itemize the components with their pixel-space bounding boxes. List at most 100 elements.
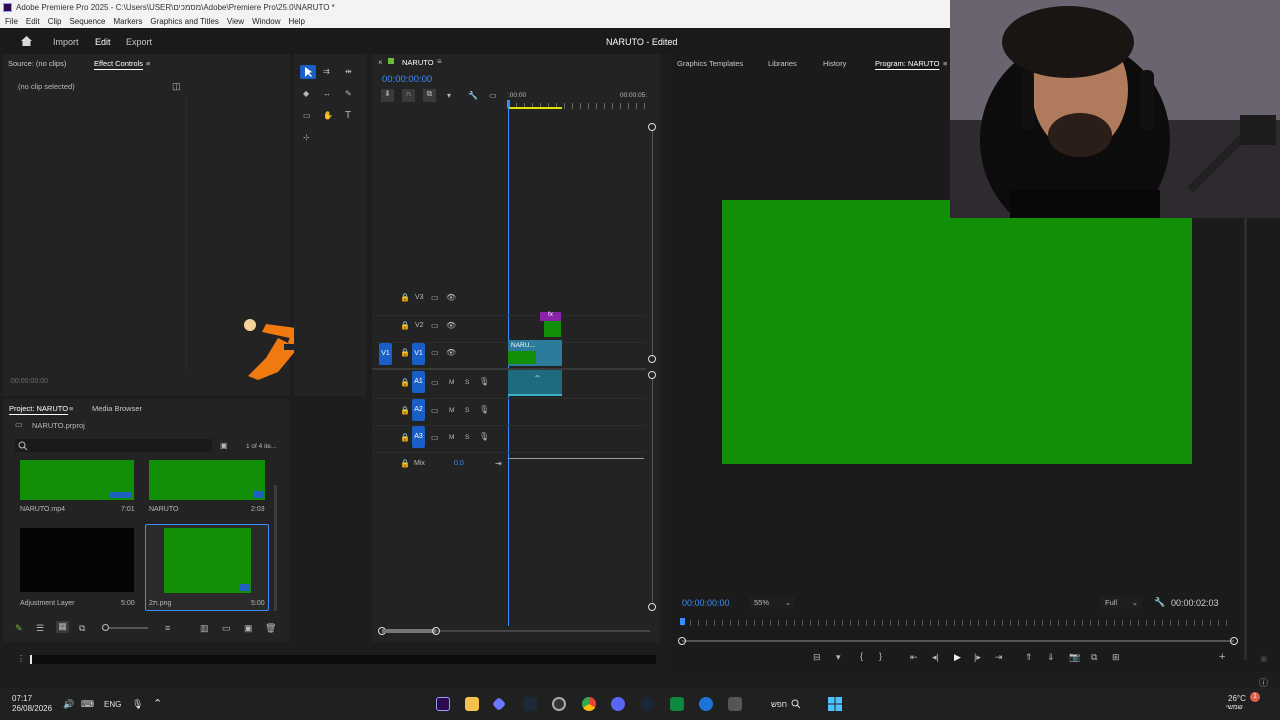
- obs-icon[interactable]: [552, 697, 566, 711]
- automate-icon[interactable]: ▥: [200, 623, 209, 634]
- mic-icon[interactable]: 🎙: [479, 405, 489, 414]
- track-mix[interactable]: 🔒 Mix 0.0 ⇥: [372, 454, 646, 476]
- speaker-icon[interactable]: 🔊: [63, 699, 74, 710]
- sync-lock-icon[interactable]: ▭: [431, 293, 439, 302]
- new-item-icon[interactable]: ▣: [244, 623, 253, 634]
- drag-handle-icon[interactable]: ⋮: [17, 654, 25, 663]
- panel-toggle-icon[interactable]: ◫: [172, 81, 181, 92]
- playhead-handle[interactable]: [507, 100, 510, 108]
- search-icon[interactable]: [791, 699, 801, 709]
- slip-tool-icon[interactable]: ↔: [323, 89, 331, 98]
- track-v3[interactable]: 🔒 V3 ▭ 👁: [372, 288, 646, 316]
- mute-button[interactable]: M: [449, 434, 454, 441]
- step-forward-icon[interactable]: |▸: [974, 652, 981, 663]
- program-scrollbar[interactable]: [678, 637, 1238, 645]
- program-video-frame[interactable]: [722, 200, 1192, 464]
- mic-icon[interactable]: 🎙: [479, 377, 489, 386]
- track-target-a1[interactable]: A1: [412, 371, 425, 393]
- mix-value[interactable]: 0.0: [454, 460, 464, 467]
- thumbnail-narutomp4[interactable]: [20, 460, 134, 500]
- video-scrollbar[interactable]: [652, 131, 653, 357]
- tab-effect-controls[interactable]: Effect Controls: [94, 59, 143, 68]
- export-frame-icon[interactable]: 📷: [1069, 652, 1080, 663]
- scroll-handle[interactable]: [648, 123, 656, 131]
- play-icon[interactable]: ▶: [954, 652, 961, 663]
- steam-icon[interactable]: [523, 697, 537, 711]
- comparison-view-icon[interactable]: ⊟: [813, 652, 821, 663]
- timeline-timecode[interactable]: 00:00:00:00: [382, 74, 432, 85]
- lock-icon[interactable]: 🔒: [400, 459, 410, 468]
- menu-graphics[interactable]: Graphics and Titles: [150, 15, 218, 28]
- panel-menu-icon[interactable]: ≡: [146, 59, 150, 68]
- edge-icon[interactable]: [699, 697, 713, 711]
- clip-a1[interactable]: ⇔: [508, 370, 562, 396]
- scroll-handle[interactable]: [1230, 637, 1238, 645]
- language-indicator[interactable]: ENG: [104, 700, 121, 709]
- menu-sequence[interactable]: Sequence: [69, 15, 105, 28]
- program-playhead[interactable]: [680, 618, 685, 625]
- wrench-icon[interactable]: 🔧: [1154, 597, 1165, 608]
- timeline-zoom-scrollbar[interactable]: [378, 627, 650, 635]
- freeform-view-icon[interactable]: ⧉: [79, 623, 85, 634]
- mark-in-icon[interactable]: {: [860, 651, 863, 661]
- sync-lock-icon[interactable]: ▭: [431, 433, 439, 442]
- vscode-icon[interactable]: [491, 696, 507, 712]
- zoom-slider[interactable]: [102, 624, 148, 631]
- menu-help[interactable]: Help: [289, 15, 305, 28]
- calculator-icon[interactable]: [728, 697, 742, 711]
- nest-icon[interactable]: ⇟: [381, 89, 394, 102]
- track-target-a3[interactable]: A3: [412, 426, 425, 448]
- project-item-selected[interactable]: 2ת.png 5:00: [145, 524, 269, 611]
- wrench-icon[interactable]: 🔧: [468, 91, 478, 100]
- panel-menu-icon[interactable]: ≡: [69, 404, 73, 413]
- menu-view[interactable]: View: [227, 15, 244, 28]
- menu-window[interactable]: Window: [252, 15, 280, 28]
- pencil-icon[interactable]: ✎: [15, 623, 23, 634]
- tab-history[interactable]: History: [823, 59, 846, 68]
- sync-lock-icon[interactable]: ▭: [431, 406, 439, 415]
- extract-icon[interactable]: ⇓: [1047, 652, 1055, 663]
- captions-icon[interactable]: ▭: [489, 91, 497, 100]
- lift-icon[interactable]: ⇑: [1025, 652, 1033, 663]
- multicam-icon[interactable]: ⧉: [1091, 652, 1097, 663]
- mark-out-icon[interactable]: }: [879, 651, 882, 661]
- tab-graphics-templates[interactable]: Graphics Templates: [677, 59, 743, 68]
- lock-icon[interactable]: 🔒: [400, 378, 410, 387]
- razor-tool-icon[interactable]: ◆: [303, 89, 309, 98]
- audio-scrollbar[interactable]: [652, 379, 653, 604]
- new-bin-icon[interactable]: ▭: [222, 623, 231, 634]
- solo-button[interactable]: S: [465, 379, 469, 386]
- eye-icon[interactable]: 👁: [446, 293, 456, 302]
- work-area-bar[interactable]: [508, 107, 562, 109]
- add-marker-icon[interactable]: ▾: [447, 91, 451, 100]
- mix-end-icon[interactable]: ⇥: [495, 459, 502, 468]
- scrollbar[interactable]: [274, 485, 277, 611]
- live-icon[interactable]: [670, 697, 684, 711]
- steam-alt-icon[interactable]: [640, 697, 654, 711]
- hand-tool-icon[interactable]: ✋: [323, 111, 333, 120]
- add-marker-icon[interactable]: ▾: [836, 652, 841, 663]
- track-target-v1[interactable]: V1: [412, 343, 425, 365]
- home-icon[interactable]: [20, 35, 33, 47]
- tab-libraries[interactable]: Libraries: [768, 59, 797, 68]
- clip-v1[interactable]: NARU...: [508, 340, 562, 366]
- microphone-icon[interactable]: 🎙: [132, 699, 143, 710]
- snap-icon[interactable]: ∩: [402, 89, 415, 102]
- tab-import[interactable]: Import: [53, 37, 79, 47]
- quality-select[interactable]: Full ⌄: [1100, 596, 1142, 609]
- sync-lock-icon[interactable]: ▭: [431, 321, 439, 330]
- sync-lock-icon[interactable]: ▭: [431, 348, 439, 357]
- zoom-select[interactable]: 55% ⌄: [749, 596, 795, 609]
- ripple-edit-tool-icon[interactable]: ⇹: [345, 67, 352, 76]
- clock-time[interactable]: 07:17: [12, 694, 32, 703]
- search-input[interactable]: [15, 439, 212, 452]
- close-icon[interactable]: ×: [378, 58, 383, 67]
- lock-icon[interactable]: 🔒: [400, 433, 410, 442]
- solo-button[interactable]: S: [465, 434, 469, 441]
- sync-lock-icon[interactable]: ▭: [431, 378, 439, 387]
- clip-v2-fx[interactable]: fx: [540, 312, 561, 321]
- clip-v2[interactable]: [544, 321, 561, 337]
- scroll-handle[interactable]: [648, 371, 656, 379]
- premiere-pro-icon[interactable]: [436, 697, 450, 711]
- track-target-a2[interactable]: A2: [412, 399, 425, 421]
